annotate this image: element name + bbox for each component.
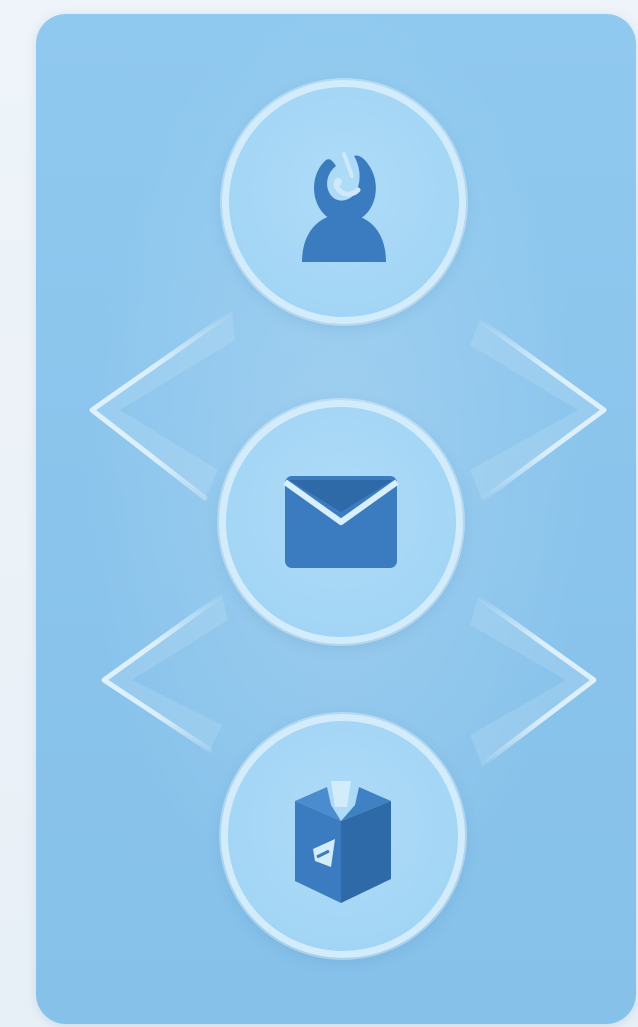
support-node[interactable] <box>222 80 466 324</box>
envelope-icon <box>283 476 399 568</box>
support-agent-icon <box>302 152 386 262</box>
package-node[interactable] <box>221 714 465 958</box>
package-box-icon <box>295 781 391 903</box>
mail-node[interactable] <box>219 400 463 644</box>
